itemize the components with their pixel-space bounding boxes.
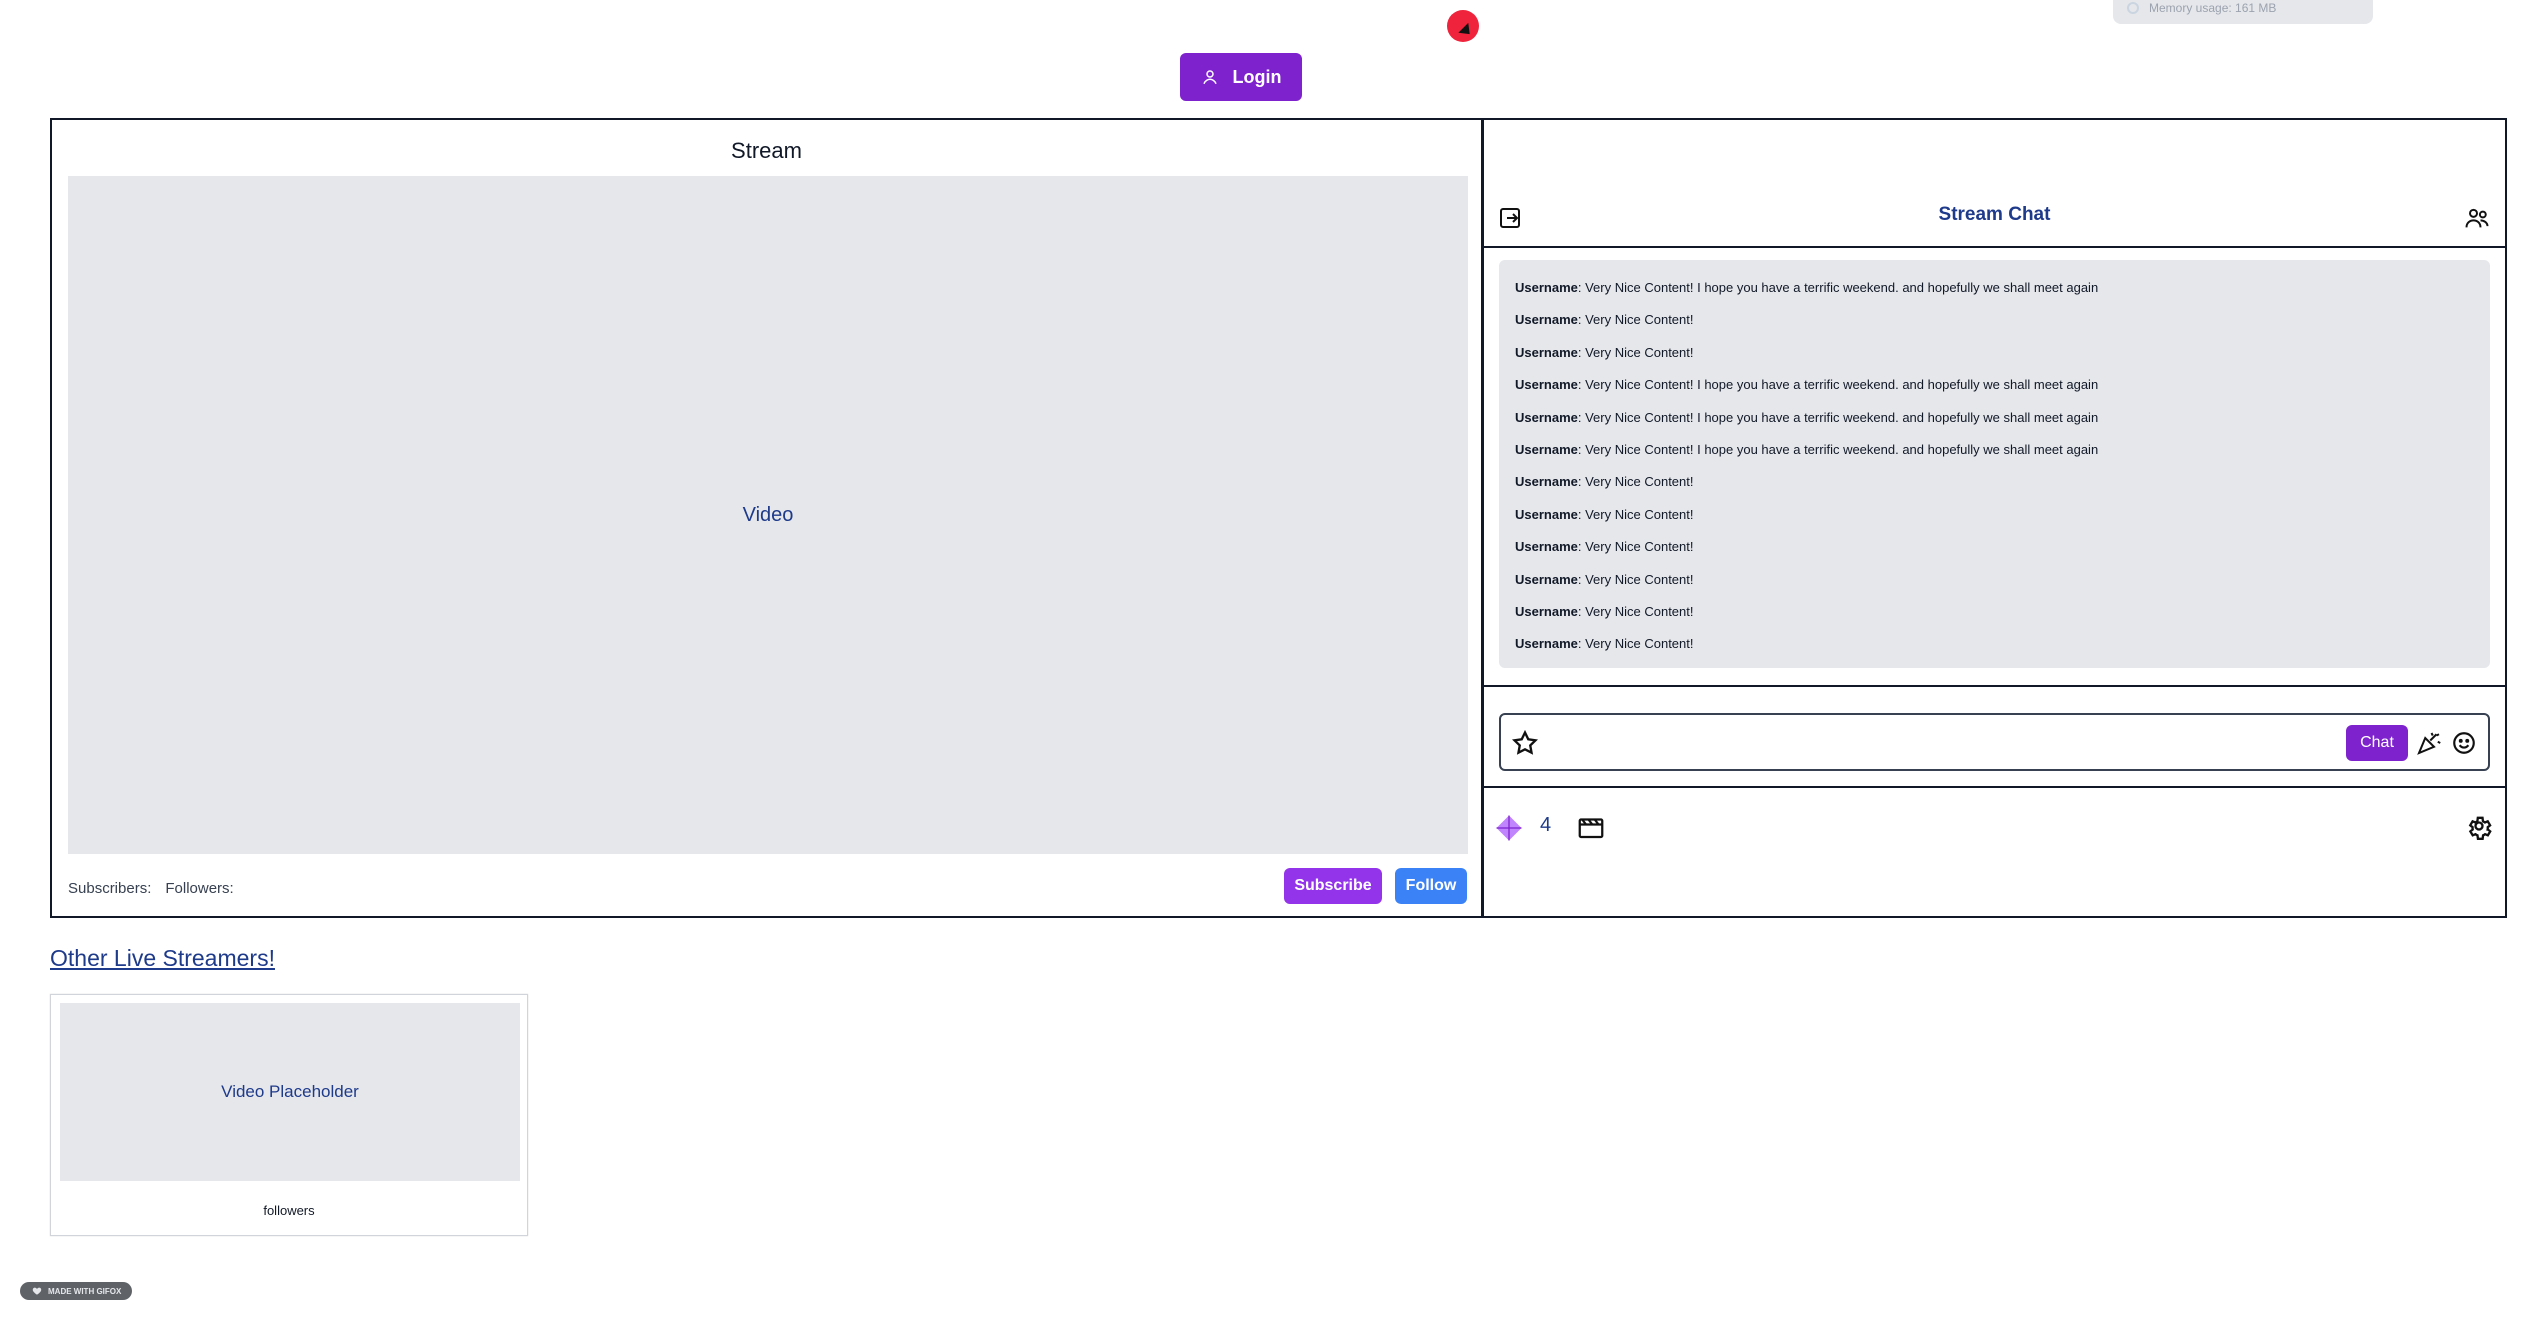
message-username: Username — [1515, 344, 1578, 360]
chat-message: Username: Very Nice Content! — [1515, 531, 2474, 563]
chat-input[interactable] — [1547, 723, 2328, 763]
gem-icon[interactable] — [1494, 813, 1524, 843]
follow-button[interactable]: Follow — [1395, 868, 1467, 904]
chat-composer: Chat — [1499, 713, 2490, 771]
chat-header: Stream Chat — [1484, 188, 2505, 248]
message-text: : Very Nice Content! — [1577, 506, 1694, 522]
chat-message: Username: Very Nice Content! — [1515, 596, 2474, 628]
users-icon[interactable] — [2463, 204, 2491, 232]
memory-icon — [2127, 2, 2139, 14]
stream-title: Stream — [731, 138, 802, 163]
message-username: Username — [1515, 312, 1578, 328]
message-username: Username — [1515, 442, 1578, 458]
message-text: : Very Nice Content! I hope you have a t… — [1577, 280, 2099, 295]
gear-icon[interactable] — [2465, 812, 2493, 840]
message-text: : Very Nice Content! I hope you have a t… — [1577, 377, 2099, 393]
stream-video[interactable]: Video — [68, 176, 1468, 854]
chat-message: Username: Very Nice Content! I hope you … — [1515, 402, 2474, 434]
streamer-video-placeholder[interactable]: Video Placeholder — [60, 1003, 520, 1181]
stream-stats: Subscribers: Followers: — [68, 880, 234, 897]
message-text: : Very Nice Content! — [1577, 344, 1694, 360]
made-with-text: MADE WITH GIFOX — [48, 1286, 122, 1296]
star-icon[interactable] — [1511, 729, 1539, 757]
message-text: : Very Nice Content! — [1577, 312, 1694, 328]
clapperboard-icon[interactable] — [1576, 812, 1606, 842]
message-username: Username — [1515, 377, 1578, 393]
party-popper-icon[interactable] — [2414, 728, 2444, 758]
chat-footer: 4 — [1484, 790, 2505, 880]
gem-count: 4 — [1540, 814, 1552, 836]
message-text: : Very Nice Content! — [1577, 571, 1694, 587]
user-icon — [1201, 68, 1219, 86]
message-username: Username — [1515, 409, 1578, 425]
chat-message: Username: Very Nice Content! — [1515, 564, 2474, 596]
message-text: : Very Nice Content! — [1577, 604, 1694, 620]
message-text: : Very Nice Content! I hope you have a t… — [1577, 409, 2099, 425]
followers-label: Followers: — [165, 880, 234, 897]
memory-usage-text: Memory usage: 161 MB — [2149, 1, 2277, 15]
message-text: : Very Nice Content! — [1577, 474, 1694, 490]
stream-panel: Stream Video Subscribers: Followers: Sub… — [50, 118, 1483, 918]
other-live-streamers-link[interactable]: Other Live Streamers! — [50, 945, 275, 972]
subscribers-label: Subscribers: — [68, 880, 152, 897]
message-username: Username — [1515, 474, 1578, 490]
message-text: : Very Nice Content! — [1577, 539, 1694, 555]
subscribe-button[interactable]: Subscribe — [1284, 868, 1382, 904]
chat-message: Username: Very Nice Content! — [1515, 337, 2474, 369]
heart-icon — [32, 1286, 42, 1296]
message-text: : Very Nice Content! — [1577, 636, 1694, 652]
message-username: Username — [1515, 571, 1578, 587]
chat-message: Username: Very Nice Content! — [1515, 499, 2474, 531]
stream-video-label: Video — [742, 503, 794, 526]
chat-panel: Stream Chat Username: Very Nice Content!… — [1482, 118, 2507, 918]
chat-title: Stream Chat — [1938, 204, 2051, 225]
message-username: Username — [1515, 280, 1578, 295]
chat-message: Username: Very Nice Content! I hope you … — [1515, 434, 2474, 466]
chat-message: Username: Very Nice Content! — [1515, 628, 2474, 660]
chat-message: Username: Very Nice Content! — [1515, 466, 2474, 498]
chat-message: Username: Very Nice Content! I hope you … — [1515, 369, 2474, 401]
emoji-smile-icon[interactable] — [2450, 729, 2478, 757]
memory-usage-pill: Memory usage: 161 MB — [2113, 0, 2373, 24]
streamer-followers: followers — [263, 1203, 315, 1218]
video-placeholder-label: Video Placeholder — [221, 1082, 359, 1101]
login-button[interactable]: Login — [1180, 53, 1302, 101]
message-text: : Very Nice Content! I hope you have a t… — [1577, 442, 2099, 458]
message-username: Username — [1515, 604, 1578, 620]
chat-composer-area: Chat — [1484, 685, 2505, 788]
made-with-badge: MADE WITH GIFOX — [20, 1282, 132, 1300]
message-username: Username — [1515, 636, 1578, 652]
chat-send-button[interactable]: Chat — [2346, 725, 2408, 761]
message-username: Username — [1515, 506, 1578, 522]
message-username: Username — [1515, 539, 1578, 555]
chat-message: Username: Very Nice Content! I hope you … — [1515, 272, 2474, 304]
chat-message: Username: Very Nice Content! — [1515, 304, 2474, 336]
chat-messages[interactable]: Username: Very Nice Content! I hope you … — [1499, 260, 2490, 668]
streamer-card[interactable]: Video Placeholder followers — [50, 994, 528, 1236]
login-label: Login — [1232, 66, 1282, 87]
